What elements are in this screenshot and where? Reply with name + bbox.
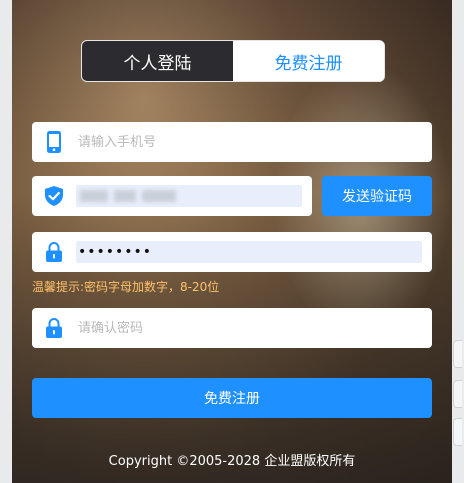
password-field: ••••••••	[32, 232, 432, 272]
tab-group: 个人登陆 免费注册	[81, 40, 385, 82]
tab-personal-login[interactable]: 个人登陆	[82, 41, 233, 81]
verification-code-input[interactable]	[76, 185, 302, 207]
confirm-password-input[interactable]	[76, 316, 420, 340]
password-value: ••••••••	[78, 244, 153, 260]
login-panel: 个人登陆 免费注册 发送验证码 ••••••••	[12, 0, 452, 483]
password-input[interactable]: ••••••••	[76, 241, 422, 263]
tab-free-register[interactable]: 免费注册	[233, 41, 384, 81]
copyright-footer: Copyright ©2005-2028 企业盟版权所有	[108, 454, 356, 469]
lock-icon	[32, 242, 76, 262]
lock-icon	[32, 318, 76, 338]
side-tool-button[interactable]	[453, 340, 462, 368]
password-hint: 温馨提示:密码字母加数字，8-20位	[32, 280, 220, 294]
send-code-button[interactable]: 发送验证码	[322, 176, 432, 216]
side-tool-button[interactable]	[453, 380, 462, 408]
code-field	[32, 176, 312, 216]
phone-input[interactable]	[76, 130, 420, 154]
phone-icon	[32, 131, 76, 153]
shield-check-icon	[32, 186, 76, 206]
phone-field	[32, 122, 432, 162]
side-tool-button[interactable]	[453, 418, 462, 446]
free-register-button[interactable]: 免费注册	[32, 378, 432, 418]
confirm-password-field	[32, 308, 432, 348]
